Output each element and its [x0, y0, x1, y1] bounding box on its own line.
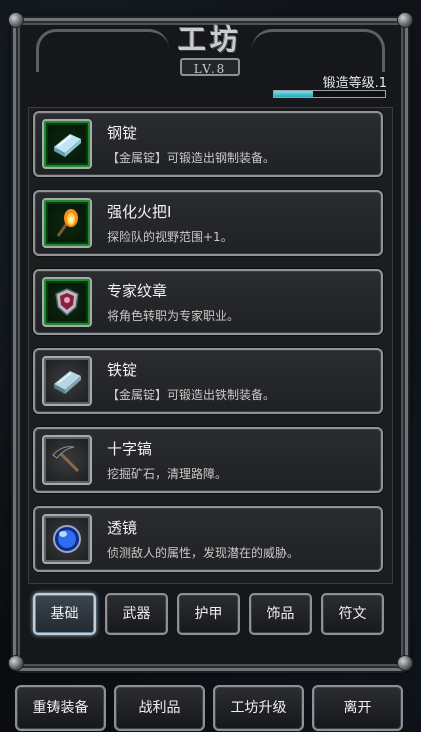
reforge-equipment-button[interactable]: 重铸装备 [15, 685, 106, 731]
loot-button[interactable]: 战利品 [114, 685, 205, 731]
forge-progress-bar [273, 90, 386, 98]
item-name: 钢锭 [107, 124, 138, 142]
item-icon-frame [42, 514, 92, 564]
item-description: 挖掘矿石，清理路障。 [107, 467, 228, 481]
item-icon-frame [42, 277, 92, 327]
list-item[interactable]: 十字镐 挖掘矿石，清理路障。 [33, 427, 383, 493]
lens-icon [53, 525, 81, 553]
tab-runes[interactable]: 符文 [321, 593, 384, 635]
list-item[interactable]: 专家纹章 将角色转职为专家职业。 [33, 269, 383, 335]
list-item[interactable]: 强化火把I 探险队的视野范围+1。 [33, 190, 383, 256]
item-icon-frame [42, 198, 92, 248]
tab-basic[interactable]: 基础 [33, 593, 96, 635]
tab-accessories[interactable]: 饰品 [249, 593, 312, 635]
title-plaque: 工坊 LV.8 [160, 6, 260, 76]
forge-level-label: 锻造等级.1 [322, 76, 387, 91]
tab-armor[interactable]: 护甲 [177, 593, 240, 635]
steel-ingot-icon [54, 134, 81, 157]
item-name: 强化火把I [107, 203, 172, 221]
corner-gem-icon [8, 655, 24, 671]
item-description: 探险队的视野范围+1。 [107, 230, 233, 244]
pickaxe-icon [52, 446, 80, 473]
tab-weapons[interactable]: 武器 [105, 593, 168, 635]
corner-gem-icon [397, 655, 413, 671]
item-description: 将角色转职为专家职业。 [107, 309, 240, 323]
crest-icon [55, 288, 79, 317]
item-name: 透镜 [107, 519, 138, 537]
torch-icon [56, 209, 78, 237]
forge-progress-fill [274, 91, 313, 97]
item-description: 侦测敌人的属性，发现潜在的威胁。 [107, 546, 300, 560]
workshop-level-badge: LV.8 [180, 58, 240, 76]
item-description: 【金属锭】可锻造出钢制装备。 [107, 151, 276, 165]
corner-gem-icon [8, 12, 24, 28]
list-item[interactable]: 透镜 侦测敌人的属性，发现潜在的威胁。 [33, 506, 383, 572]
item-name: 铁锭 [107, 361, 138, 379]
item-icon-frame [42, 119, 92, 169]
item-icon-frame [42, 356, 92, 406]
item-icon-frame [42, 435, 92, 485]
page-title: 工坊 [177, 23, 242, 56]
corner-gem-icon [397, 12, 413, 28]
workshop-upgrade-button[interactable]: 工坊升级 [213, 685, 304, 731]
frame-ornament-right [252, 29, 385, 72]
item-name: 专家纹章 [107, 282, 168, 300]
frame-ornament-left [36, 29, 169, 72]
item-description: 【金属锭】可锻造出铁制装备。 [107, 388, 276, 402]
list-item[interactable]: 铁锭 【金属锭】可锻造出铁制装备。 [33, 348, 383, 414]
iron-ingot-icon [54, 371, 81, 394]
list-item[interactable]: 钢锭 【金属锭】可锻造出钢制装备。 [33, 111, 383, 177]
item-name: 十字镐 [107, 440, 153, 458]
leave-button[interactable]: 离开 [312, 685, 403, 731]
